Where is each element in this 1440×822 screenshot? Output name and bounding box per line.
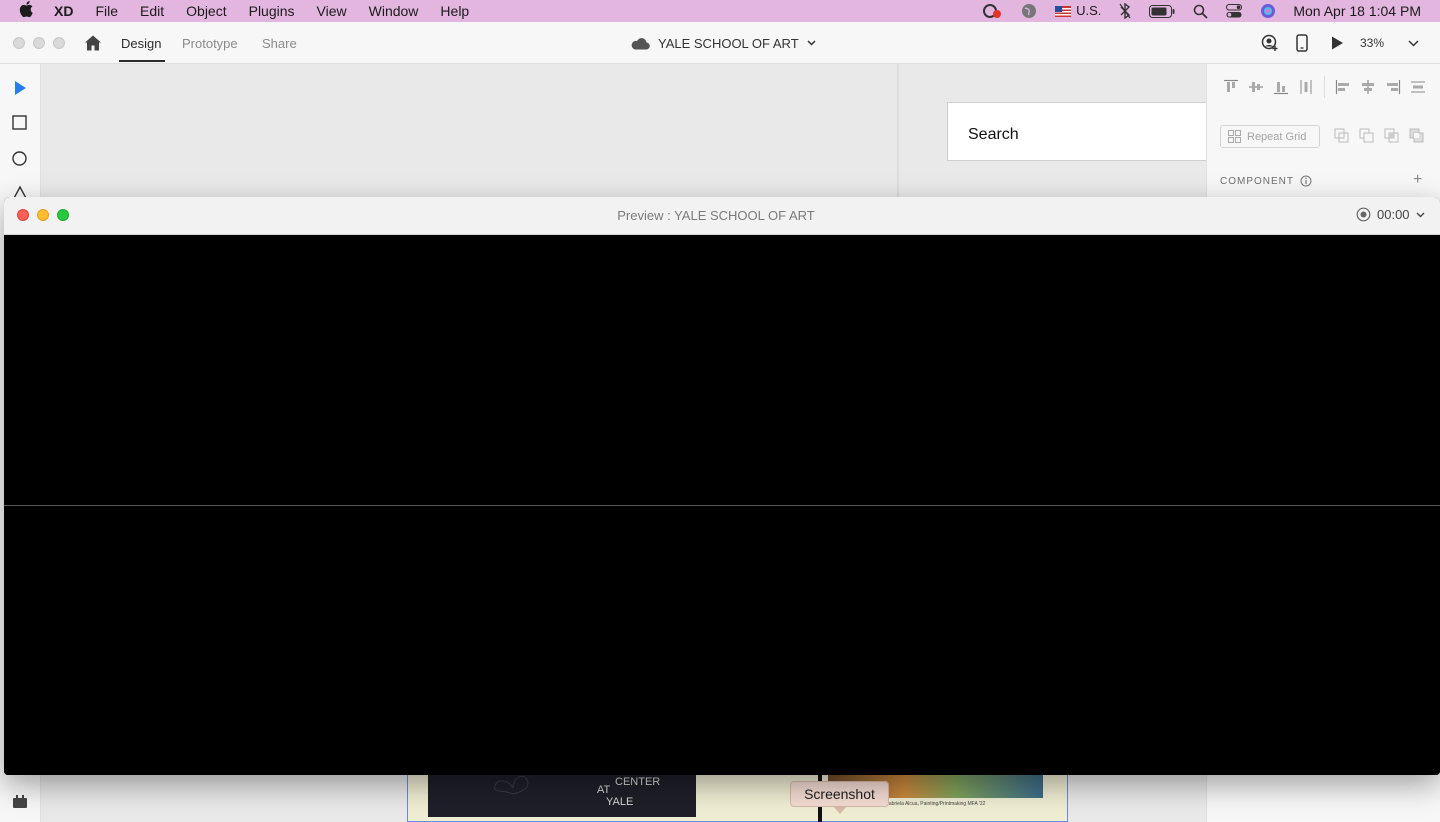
distribute-horizontal-icon[interactable] bbox=[1410, 79, 1426, 95]
record-control[interactable]: 00:00 bbox=[1356, 207, 1425, 222]
globe-icon[interactable] bbox=[1012, 0, 1046, 22]
window-close-button[interactable] bbox=[13, 37, 25, 49]
repeat-grid-button[interactable]: Repeat Grid bbox=[1220, 125, 1320, 148]
preview-viewport[interactable] bbox=[4, 235, 1440, 775]
battery-icon[interactable] bbox=[1140, 0, 1184, 22]
window-minimize-button[interactable] bbox=[33, 37, 45, 49]
menu-edit[interactable]: Edit bbox=[129, 0, 175, 22]
artboard-search-box[interactable]: Search bbox=[947, 102, 1207, 161]
creative-cloud-icon[interactable] bbox=[972, 0, 1012, 22]
control-center-icon[interactable] bbox=[1217, 0, 1251, 22]
artboard-dark-block: AT CENTER YALE bbox=[428, 774, 696, 817]
home-icon[interactable] bbox=[84, 34, 102, 52]
tab-design[interactable]: Design bbox=[121, 36, 161, 51]
tooltip-arrow bbox=[833, 806, 847, 814]
artboard-preview-strip[interactable]: AT CENTER YALE ...ated by Gabriela Alcua… bbox=[407, 770, 1068, 822]
preview-title: Preview : YALE SCHOOL OF ART bbox=[617, 208, 815, 223]
component-label: COMPONENT bbox=[1220, 175, 1294, 187]
tab-share[interactable]: Share bbox=[262, 36, 297, 51]
menu-bar: XD File Edit Object Plugins View Window … bbox=[0, 0, 1440, 22]
repeat-grid-label: Repeat Grid bbox=[1247, 130, 1307, 143]
record-icon bbox=[1356, 207, 1371, 222]
bluetooth-icon[interactable] bbox=[1110, 0, 1140, 22]
preview-window: Preview : YALE SCHOOL OF ART 00:00 bbox=[4, 197, 1440, 775]
menu-file[interactable]: File bbox=[84, 0, 129, 22]
artboard-edge bbox=[897, 64, 899, 204]
info-icon[interactable] bbox=[1300, 175, 1312, 187]
menu-window[interactable]: Window bbox=[358, 0, 430, 22]
document-title-menu[interactable]: YALE SCHOOL OF ART bbox=[630, 34, 816, 52]
status-area: U.S. Mon Apr 18 1:04 PM bbox=[972, 0, 1440, 22]
align-right-icon[interactable] bbox=[1385, 79, 1401, 95]
flower-outline-graphic bbox=[494, 775, 529, 795]
window-zoom-button[interactable] bbox=[53, 37, 65, 49]
zoom-chevron-down-icon[interactable] bbox=[1408, 34, 1419, 52]
chevron-down-icon bbox=[807, 40, 816, 46]
menu-help[interactable]: Help bbox=[429, 0, 480, 22]
align-middle-icon[interactable] bbox=[1248, 79, 1264, 95]
menu-plugins[interactable]: Plugins bbox=[238, 0, 306, 22]
rectangle-tool-icon[interactable] bbox=[11, 114, 29, 132]
us-flag-icon bbox=[1055, 5, 1072, 17]
boolean-intersect-icon[interactable] bbox=[1384, 128, 1400, 144]
zoom-level[interactable]: 33% bbox=[1360, 36, 1384, 50]
invite-user-icon[interactable] bbox=[1261, 34, 1279, 52]
chevron-down-icon bbox=[1416, 212, 1425, 217]
record-timer: 00:00 bbox=[1377, 207, 1410, 222]
repeat-grid-icon bbox=[1228, 130, 1241, 143]
search-box-text: Search bbox=[968, 126, 1019, 143]
preview-divider-line bbox=[4, 505, 1440, 506]
app-toolbar: Design Prototype Share YALE SCHOOL OF AR… bbox=[0, 22, 1440, 64]
boolean-exclude-icon[interactable] bbox=[1409, 128, 1425, 144]
boolean-subtract-icon[interactable] bbox=[1359, 128, 1375, 144]
menu-clock[interactable]: Mon Apr 18 1:04 PM bbox=[1285, 0, 1440, 22]
cloud-icon bbox=[631, 37, 650, 50]
active-tab-indicator bbox=[119, 60, 165, 62]
add-component-icon[interactable]: + bbox=[1413, 171, 1422, 189]
apple-menu-icon[interactable] bbox=[0, 0, 54, 23]
menu-view[interactable]: View bbox=[306, 0, 358, 22]
preview-titlebar: Preview : YALE SCHOOL OF ART 00:00 bbox=[4, 197, 1440, 235]
siri-icon[interactable] bbox=[1251, 0, 1285, 22]
spotlight-search-icon[interactable] bbox=[1184, 0, 1217, 22]
artboard-text-center: CENTER bbox=[615, 776, 661, 788]
device-preview-icon[interactable] bbox=[1296, 34, 1308, 52]
distribute-vertical-icon[interactable] bbox=[1298, 79, 1314, 95]
input-source-label: U.S. bbox=[1076, 3, 1102, 18]
document-title: YALE SCHOOL OF ART bbox=[658, 35, 799, 51]
component-section-header: COMPONENT bbox=[1220, 175, 1312, 187]
plugins-icon[interactable] bbox=[11, 792, 29, 810]
app-menu-xd[interactable]: XD bbox=[54, 0, 84, 22]
toolbar-divider bbox=[1324, 76, 1325, 98]
artboard-text-yale: YALE bbox=[606, 796, 634, 808]
menu-object[interactable]: Object bbox=[175, 0, 237, 22]
tab-prototype[interactable]: Prototype bbox=[182, 36, 238, 51]
align-center-icon[interactable] bbox=[1360, 79, 1376, 95]
boolean-add-icon[interactable] bbox=[1334, 128, 1350, 144]
ellipse-tool-icon[interactable] bbox=[11, 150, 29, 168]
input-source[interactable]: U.S. bbox=[1046, 0, 1110, 22]
align-bottom-icon[interactable] bbox=[1273, 79, 1289, 95]
play-preview-icon[interactable] bbox=[1330, 34, 1344, 52]
screenshot-tooltip: Screenshot bbox=[790, 781, 889, 807]
select-tool-icon[interactable] bbox=[11, 79, 29, 97]
align-top-icon[interactable] bbox=[1223, 79, 1239, 95]
artboard-text-at: AT bbox=[597, 784, 611, 796]
align-left-icon[interactable] bbox=[1335, 79, 1351, 95]
